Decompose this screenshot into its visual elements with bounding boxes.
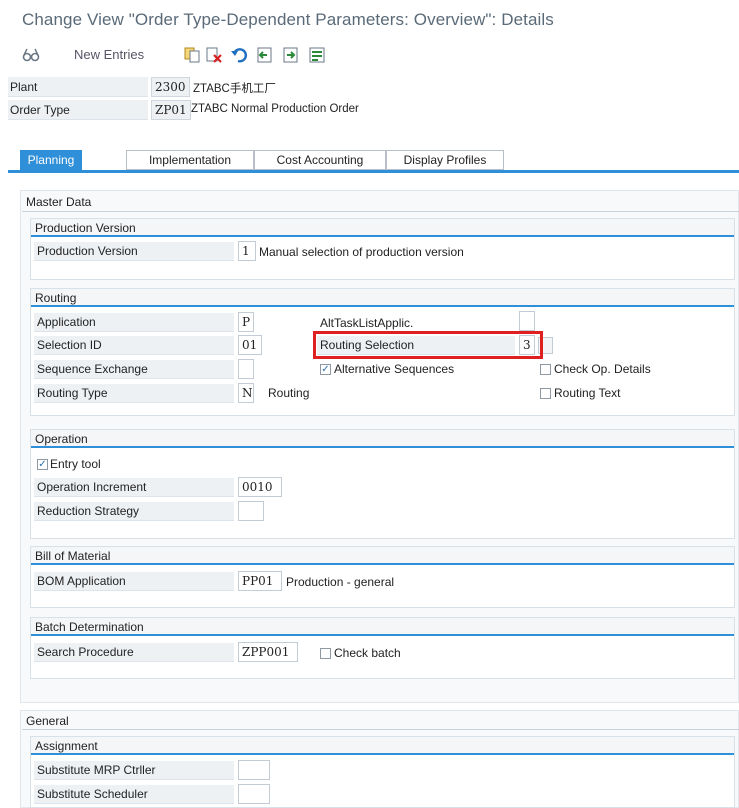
routing-selection-highlight (313, 331, 543, 359)
master-data-title: Master Data (26, 195, 92, 209)
routing-text-checkbox[interactable] (540, 388, 551, 399)
order-type-description: ZTABC Normal Production Order (191, 103, 359, 115)
selection-id-label: Selection ID (34, 336, 234, 355)
plant-row: Plant 2300 ZTABC手机工厂 (8, 77, 408, 97)
tab-implementation[interactable]: Implementation (126, 150, 254, 170)
tab-display-profiles[interactable]: Display Profiles (386, 150, 504, 170)
alt-task-list-field[interactable] (519, 311, 535, 331)
delete-icon[interactable] (205, 46, 223, 64)
application-label: Application (34, 313, 234, 332)
batch-determination-group-title: Batch Determination (31, 618, 734, 636)
divider (22, 211, 739, 212)
check-batch-checkbox[interactable] (320, 648, 331, 659)
entry-tool-label: Entry tool (50, 457, 101, 471)
window-title: Change View "Order Type-Dependent Parame… (22, 10, 554, 29)
routing-text-label: Routing Text (554, 386, 621, 400)
search-procedure-field[interactable]: ZPP001 (238, 642, 298, 662)
sequence-exchange-label: Sequence Exchange (34, 360, 234, 379)
new-entries-button[interactable]: New Entries (74, 47, 144, 62)
plant-label: Plant (8, 77, 148, 97)
substitute-mrp-controller-field[interactable] (238, 760, 270, 780)
substitute-scheduler-field[interactable] (238, 784, 270, 804)
check-op-details-label: Check Op. Details (554, 362, 651, 376)
check-op-details-checkbox[interactable] (540, 364, 551, 375)
assignment-group-title: Assignment (31, 737, 734, 755)
substitute-mrp-controller-label: Substitute MRP Ctrller (34, 761, 234, 780)
entry-tool-checkbox[interactable]: ✓ (37, 459, 48, 470)
operation-increment-label: Operation Increment (34, 478, 234, 497)
general-title: General (26, 714, 69, 728)
tab-underline (8, 170, 739, 173)
order-type-label: Order Type (8, 100, 148, 120)
divider (22, 729, 739, 730)
select-all-icon[interactable] (308, 46, 326, 64)
production-version-group-title: Production Version (31, 219, 734, 237)
routing-group-title: Routing (31, 289, 734, 307)
application-field[interactable]: P (238, 312, 254, 332)
tab-planning[interactable]: Planning (20, 150, 82, 170)
routing-type-description: Routing (268, 386, 310, 400)
bom-group-title: Bill of Material (31, 547, 734, 565)
next-entry-icon[interactable] (282, 46, 300, 64)
reduction-strategy-label: Reduction Strategy (34, 502, 234, 521)
toolbar: New Entries (0, 38, 739, 72)
sequence-exchange-field[interactable] (238, 359, 254, 379)
bom-application-description: Production - general (286, 575, 395, 589)
alternative-sequences-label: Alternative Sequences (334, 362, 455, 376)
tab-cost-accounting[interactable]: Cost Accounting (254, 150, 386, 170)
plant-description: ZTABC手机工厂 (193, 83, 276, 95)
plant-code: 2300 (151, 77, 190, 97)
routing-type-label: Routing Type (34, 384, 234, 403)
production-version-field[interactable]: 1 (238, 241, 256, 261)
search-procedure-label: Search Procedure (34, 643, 234, 662)
bom-application-field[interactable]: PP01 (238, 571, 282, 591)
order-type-row: Order Type ZP01 ZTABC Normal Production … (8, 100, 408, 120)
production-version-description: Manual selection of production version (259, 245, 464, 259)
glasses-display-change-icon[interactable] (22, 46, 40, 64)
routing-type-field[interactable]: N (238, 383, 254, 403)
reduction-strategy-field[interactable] (238, 501, 264, 521)
operation-increment-field[interactable]: 0010 (238, 477, 282, 497)
check-batch-label: Check batch (334, 646, 401, 660)
alt-task-list-label: AltTaskListApplic. (320, 316, 414, 330)
order-type-code: ZP01 (151, 100, 191, 120)
production-version-label: Production Version (34, 242, 234, 261)
undo-icon[interactable] (230, 46, 248, 64)
alternative-sequences-checkbox[interactable]: ✓ (320, 364, 331, 375)
substitute-scheduler-label: Substitute Scheduler (34, 785, 234, 804)
bom-application-label: BOM Application (34, 572, 234, 591)
selection-id-field[interactable]: 01 (238, 335, 262, 355)
previous-entry-icon[interactable] (256, 46, 274, 64)
copy-icon[interactable] (183, 46, 201, 64)
operation-group-title: Operation (31, 430, 734, 448)
